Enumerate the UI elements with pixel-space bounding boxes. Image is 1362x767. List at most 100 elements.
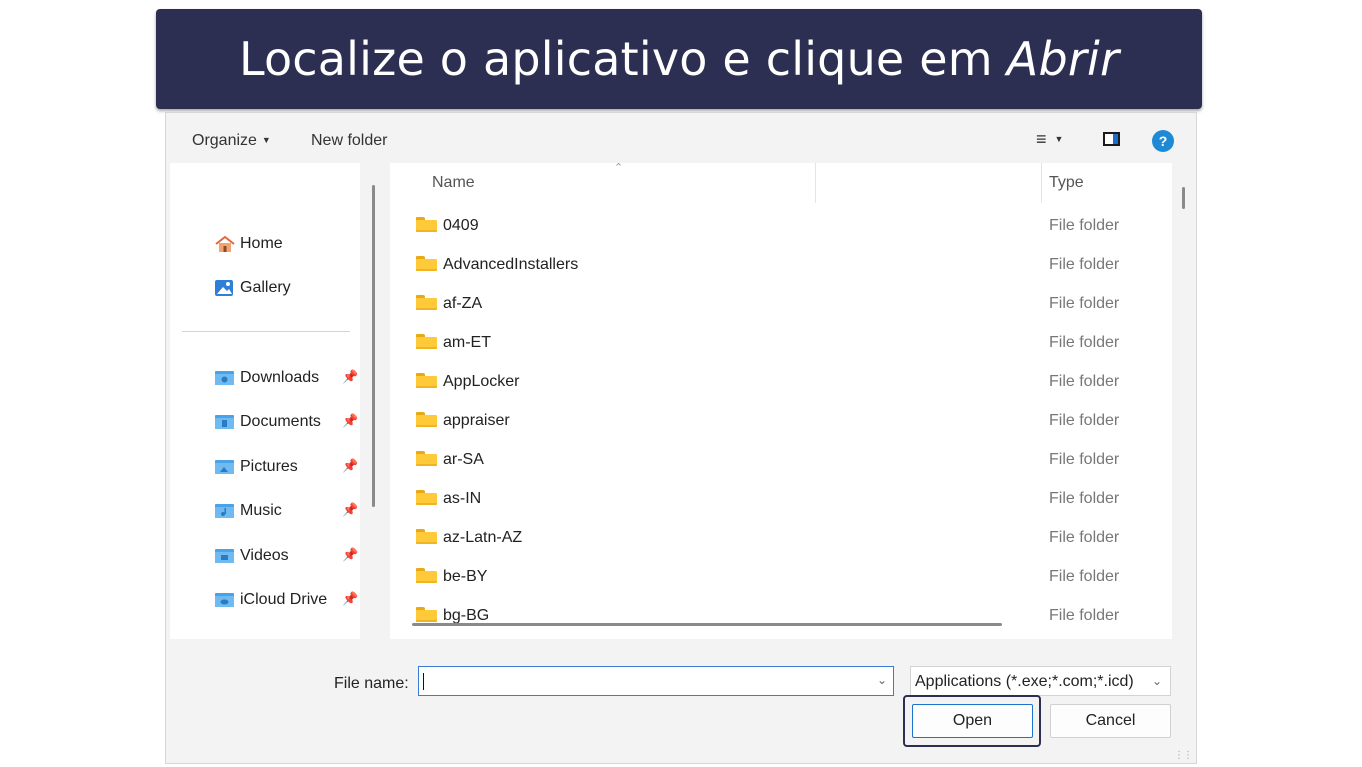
- file-type: File folder: [1049, 607, 1120, 624]
- nav-item-gallery[interactable]: Gallery: [214, 276, 291, 300]
- nav-label: Downloads: [240, 369, 320, 386]
- documents-folder-icon: [215, 415, 234, 429]
- file-name: af-ZA: [443, 295, 483, 312]
- file-row[interactable]: 0409 File folder: [390, 206, 1172, 245]
- nav-label: Home: [240, 235, 283, 252]
- cancel-button[interactable]: Cancel: [1050, 704, 1171, 738]
- nav-label: Music: [240, 502, 282, 519]
- pin-icon[interactable]: 📌: [342, 369, 358, 385]
- file-name-input[interactable]: ⌄: [418, 666, 894, 696]
- list-view-icon: ≡: [1036, 129, 1047, 149]
- file-type: File folder: [1049, 217, 1120, 234]
- pin-icon[interactable]: 📌: [342, 458, 358, 474]
- folder-icon: [416, 412, 437, 427]
- file-type-filter[interactable]: Applications (*.exe;*.com;*.icd) ⌄: [910, 666, 1171, 696]
- navigation-pane: Home Gallery Downloads 📌 Documents 📌 Pic…: [170, 163, 360, 639]
- pictures-folder-icon: [215, 460, 234, 474]
- preview-pane-icon[interactable]: [1103, 132, 1120, 146]
- nav-item-icloud-drive[interactable]: iCloud Drive: [214, 588, 327, 612]
- organize-menu[interactable]: Organize ▼: [192, 132, 271, 150]
- downloads-folder-icon: [215, 371, 234, 385]
- file-name-label: File name:: [334, 675, 409, 692]
- file-type: File folder: [1049, 256, 1120, 273]
- file-list: ⌃ Name Type 0409 File folder AdvancedIns…: [390, 163, 1172, 639]
- folder-icon: [416, 490, 437, 505]
- pin-icon[interactable]: 📌: [342, 413, 358, 429]
- chevron-down-icon[interactable]: ⌄: [877, 673, 887, 687]
- new-folder-button[interactable]: New folder: [311, 132, 387, 150]
- column-divider[interactable]: [1041, 163, 1042, 203]
- nav-label: Videos: [240, 547, 289, 564]
- file-row[interactable]: az-Latn-AZ File folder: [390, 518, 1172, 557]
- folder-icon: [416, 256, 437, 271]
- file-row[interactable]: be-BY File folder: [390, 557, 1172, 596]
- file-type: File folder: [1049, 451, 1120, 468]
- folder-icon: [416, 568, 437, 583]
- file-row[interactable]: appraiser File folder: [390, 401, 1172, 440]
- nav-item-music[interactable]: Music: [214, 499, 282, 523]
- file-type: File folder: [1049, 529, 1120, 546]
- file-name: AdvancedInstallers: [443, 256, 579, 273]
- file-name: 0409: [443, 217, 479, 234]
- file-row[interactable]: am-ET File folder: [390, 323, 1172, 362]
- instruction-banner: Localize o aplicativo e clique em Abrir: [156, 9, 1202, 109]
- resize-grip-icon[interactable]: ⋮⋮: [1174, 750, 1193, 761]
- nav-item-videos[interactable]: Videos: [214, 544, 289, 568]
- file-name: am-ET: [443, 334, 491, 351]
- file-row[interactable]: as-IN File folder: [390, 479, 1172, 518]
- nav-item-home[interactable]: Home: [214, 232, 283, 256]
- folder-icon: [416, 217, 437, 232]
- nav-label: Pictures: [240, 458, 298, 475]
- nav-item-documents[interactable]: Documents: [214, 410, 321, 434]
- pin-icon[interactable]: 📌: [342, 502, 358, 518]
- help-icon[interactable]: ?: [1152, 130, 1174, 152]
- caret-down-icon: ▼: [261, 135, 271, 145]
- folder-icon: [416, 529, 437, 544]
- column-header-name[interactable]: Name: [432, 174, 475, 192]
- toolbar: Organize ▼ New folder ≡ ▼ ?: [166, 113, 1196, 165]
- sort-ascending-icon: ⌃: [614, 163, 624, 174]
- file-row[interactable]: AppLocker File folder: [390, 362, 1172, 401]
- nav-label: Documents: [240, 413, 321, 430]
- folder-icon: [416, 607, 437, 622]
- pin-icon[interactable]: 📌: [342, 591, 358, 607]
- file-row[interactable]: bg-BG File folder: [390, 596, 1172, 635]
- videos-folder-icon: [215, 549, 234, 563]
- nav-scrollbar[interactable]: [372, 185, 375, 507]
- file-name: appraiser: [443, 412, 510, 429]
- caret-down-icon: ▼: [1054, 134, 1064, 144]
- column-divider[interactable]: [815, 163, 816, 203]
- file-name-field[interactable]: [423, 667, 867, 695]
- folder-icon: [416, 295, 437, 310]
- vertical-scrollbar[interactable]: [1182, 187, 1185, 209]
- horizontal-scrollbar[interactable]: [412, 623, 1002, 626]
- text-cursor: [423, 673, 424, 690]
- nav-item-pictures[interactable]: Pictures: [214, 455, 298, 479]
- icloud-folder-icon: [215, 593, 234, 607]
- folder-icon: [416, 334, 437, 349]
- view-options-button[interactable]: ≡ ▼: [1036, 129, 1063, 150]
- file-name: as-IN: [443, 490, 482, 507]
- file-row[interactable]: ar-SA File folder: [390, 440, 1172, 479]
- file-type: File folder: [1049, 295, 1120, 312]
- music-folder-icon: [215, 504, 234, 518]
- file-type: File folder: [1049, 412, 1120, 429]
- file-type: File folder: [1049, 490, 1120, 507]
- nav-label: Gallery: [240, 279, 291, 296]
- home-icon: [215, 235, 235, 252]
- nav-label: iCloud Drive: [240, 591, 328, 608]
- file-type: File folder: [1049, 373, 1120, 390]
- file-row[interactable]: AdvancedInstallers File folder: [390, 245, 1172, 284]
- filter-value: Applications (*.exe;*.com;*.icd): [915, 673, 1134, 690]
- open-button[interactable]: Open: [912, 704, 1033, 738]
- open-file-dialog: Organize▼ New folder ≡▼ ? Home Gallery: [165, 112, 1197, 764]
- organize-label: Organize: [192, 132, 257, 149]
- file-row[interactable]: af-ZA File folder: [390, 284, 1172, 323]
- file-type: File folder: [1049, 334, 1120, 351]
- column-header-type[interactable]: Type: [1049, 174, 1084, 192]
- folder-icon: [416, 373, 437, 388]
- folder-icon: [416, 451, 437, 466]
- pin-icon[interactable]: 📌: [342, 547, 358, 563]
- banner-emphasis: Abrir: [1006, 32, 1120, 86]
- nav-item-downloads[interactable]: Downloads: [214, 366, 319, 390]
